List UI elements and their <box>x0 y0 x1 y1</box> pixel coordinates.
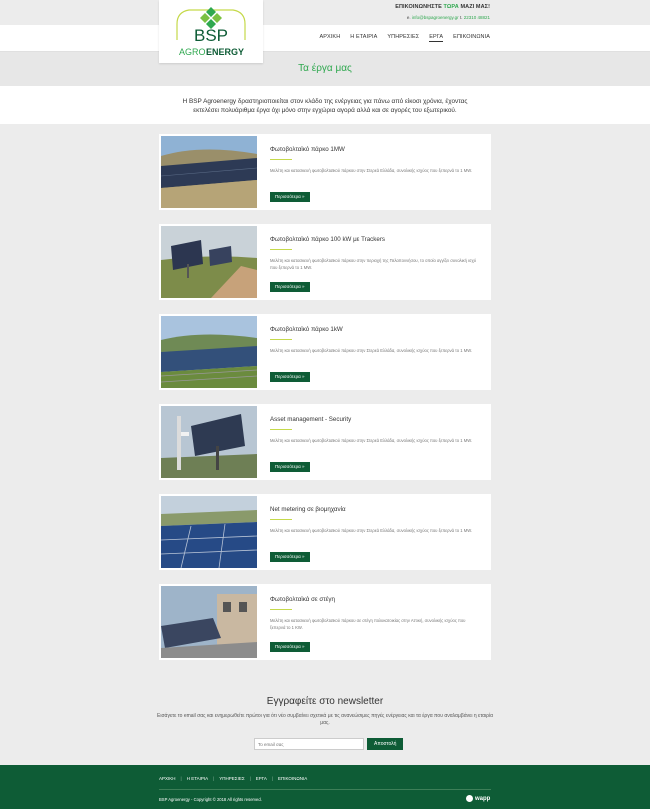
footer-nav-projects[interactable]: ΕΡΓΑ <box>256 776 267 781</box>
svg-text:BSP: BSP <box>194 26 228 45</box>
project-thumbnail[interactable] <box>161 136 257 208</box>
site-logo[interactable]: BSP AGRO ENERGY <box>159 0 263 63</box>
footer-separator: | <box>180 776 182 781</box>
project-description: Μελέτη και κατασκευή φωτοβολταϊκού πάρκο… <box>270 528 473 533</box>
project-description: Μελέτη και κατασκευή φωτοβολταϊκού πάρκο… <box>270 348 473 353</box>
project-more-button[interactable]: Περισσότερα » <box>270 552 310 562</box>
security-camera-image-icon <box>161 406 257 478</box>
solar-fenced-image-icon <box>161 316 257 388</box>
nav-projects[interactable]: ΕΡΓΑ <box>429 34 444 42</box>
footer-nav-services[interactable]: ΥΠΗΡΕΣΙΕΣ <box>219 776 244 781</box>
project-title[interactable]: Φωτοβολταϊκό πάρκο 1kW <box>270 326 343 333</box>
project-description: Μελέτη και κατασκευή φωτοβολταϊκού πάρκο… <box>270 618 466 630</box>
wapp-credit-link[interactable]: wapp <box>466 795 490 802</box>
main-nav: ΑΡΧΙΚΗ Η ΕΤΑΙΡΙΑ ΥΠΗΡΕΣΙΕΣ ΕΡΓΑ ΕΠΙΚΟΙΝΩ… <box>320 34 491 42</box>
project-more-button[interactable]: Περισσότερα » <box>270 462 310 472</box>
project-card: Asset management - Security Μελέτη και κ… <box>159 404 491 480</box>
project-card: Φωτοβολταϊκό πάρκο 100 kW με Trackers Με… <box>159 224 491 300</box>
newsletter-form: Αποστολή <box>254 738 404 750</box>
projects-list: Φωτοβολταϊκό πάρκο 1MW Μελέτη και κατασκ… <box>159 134 491 674</box>
nav-home[interactable]: ΑΡΧΙΚΗ <box>320 34 341 42</box>
industrial-roof-image-icon <box>161 496 257 568</box>
project-divider <box>270 159 292 160</box>
contact-details: e. info@bspagroenergy.gr t. 22310 48821 <box>406 15 490 20</box>
project-more-button[interactable]: Περισσότερα » <box>270 282 310 292</box>
rooftop-solar-image-icon <box>161 586 257 658</box>
project-more-button[interactable]: Περισσότερα » <box>270 372 310 382</box>
newsletter-submit-button[interactable]: Αποστολή <box>367 738 404 750</box>
footer-divider <box>159 789 491 790</box>
footer-separator: | <box>249 776 251 781</box>
footer-separator: | <box>213 776 215 781</box>
footer-nav-company[interactable]: Η ΕΤΑΙΡΙΑ <box>187 776 208 781</box>
site-footer: ΑΡΧΙΚΗ | Η ΕΤΑΙΡΙΑ | ΥΠΗΡΕΣΙΕΣ | ΕΡΓΑ | … <box>0 765 650 809</box>
project-description: Μελέτη και κατασκευή φωτοβολταϊκού πάρκο… <box>270 438 473 443</box>
nav-company[interactable]: Η ΕΤΑΙΡΙΑ <box>350 34 377 42</box>
project-title[interactable]: Φωτοβολταϊκά σε στέγη <box>270 596 335 603</box>
contact-cta-highlight: ΤΩΡΑ <box>443 4 459 10</box>
nav-contact[interactable]: ΕΠΙΚΟΙΝΩΝΙΑ <box>453 34 490 42</box>
project-card: Φωτοβολταϊκό πάρκο 1MW Μελέτη και κατασκ… <box>159 134 491 210</box>
intro-text: Η BSP Agroenergy δραστηριοποιείται στον … <box>182 98 468 114</box>
page-title: Τα έργα μας <box>298 63 352 74</box>
footer-nav: ΑΡΧΙΚΗ | Η ΕΤΑΙΡΙΑ | ΥΠΗΡΕΣΙΕΣ | ΕΡΓΑ | … <box>159 776 307 781</box>
solar-tracker-image-icon <box>161 226 257 298</box>
contact-phone-link[interactable]: 22310 48821 <box>464 15 490 20</box>
svg-text:ENERGY: ENERGY <box>206 47 244 57</box>
project-more-button[interactable]: Περισσότερα » <box>270 192 310 202</box>
project-divider <box>270 339 292 340</box>
project-thumbnail[interactable] <box>161 496 257 568</box>
project-title[interactable]: Net metering σε βιομηχανία <box>270 506 346 513</box>
project-title[interactable]: Φωτοβολταϊκό πάρκο 1MW <box>270 146 345 153</box>
project-thumbnail[interactable] <box>161 406 257 478</box>
footer-copyright: BSP Agroenergy - Copyright © 2018 All ri… <box>159 797 262 802</box>
page-title-band: Τα έργα μας <box>0 52 650 86</box>
project-thumbnail[interactable] <box>161 226 257 298</box>
project-title[interactable]: Asset management - Security <box>270 416 351 423</box>
project-more-button[interactable]: Περισσότερα » <box>270 642 310 652</box>
project-thumbnail[interactable] <box>161 586 257 658</box>
footer-nav-home[interactable]: ΑΡΧΙΚΗ <box>159 776 176 781</box>
project-divider <box>270 429 292 430</box>
contact-cta: ΕΠΙΚΟΙΝΩΝΗΣΤΕ ΤΩΡΑ ΜΑΖΙ ΜΑΣ! <box>395 4 490 10</box>
project-divider <box>270 609 292 610</box>
footer-separator: | <box>271 776 274 781</box>
project-title[interactable]: Φωτοβολταϊκό πάρκο 100 kW με Trackers <box>270 236 385 243</box>
intro-section: Η BSP Agroenergy δραστηριοποιείται στον … <box>0 86 650 124</box>
project-card: Φωτοβολταϊκά σε στέγη Μελέτη και κατασκε… <box>159 584 491 660</box>
nav-services[interactable]: ΥΠΗΡΕΣΙΕΣ <box>387 34 419 42</box>
footer-nav-contact[interactable]: ΕΠΙΚΟΙΝΩΝΙΑ <box>278 776 307 781</box>
wapp-logo-icon <box>466 795 473 802</box>
project-card: Net metering σε βιομηχανία Μελέτη και κα… <box>159 494 491 570</box>
project-thumbnail[interactable] <box>161 316 257 388</box>
bsp-leaf-logo-icon: BSP AGRO ENERGY <box>176 7 246 57</box>
project-description: Μελέτη και κατασκευή φωτοβολταϊκού πάρκο… <box>270 258 477 270</box>
project-divider <box>270 519 292 520</box>
newsletter-section: Εγγραφείτε στο newsletter Εισάγετε το em… <box>0 696 650 727</box>
solar-field-image-icon <box>161 136 257 208</box>
project-divider <box>270 249 292 250</box>
newsletter-email-input[interactable] <box>254 738 364 750</box>
newsletter-title: Εγγραφείτε στο newsletter <box>266 696 384 707</box>
wapp-credit-text: wapp <box>475 795 491 802</box>
project-card: Φωτοβολταϊκό πάρκο 1kW Μελέτη και κατασκ… <box>159 314 491 390</box>
newsletter-text: Εισάγετε το email σας και ενημερωθείτε π… <box>157 713 493 726</box>
svg-text:AGRO: AGRO <box>179 47 206 57</box>
contact-email-link[interactable]: info@bspagroenergy.gr <box>412 15 459 20</box>
project-description: Μελέτη και κατασκευή φωτοβολταϊκού πάρκο… <box>270 168 473 173</box>
top-bar: ΕΠΙΚΟΙΝΩΝΗΣΤΕ ΤΩΡΑ ΜΑΖΙ ΜΑΣ! e. info@bsp… <box>0 0 650 25</box>
